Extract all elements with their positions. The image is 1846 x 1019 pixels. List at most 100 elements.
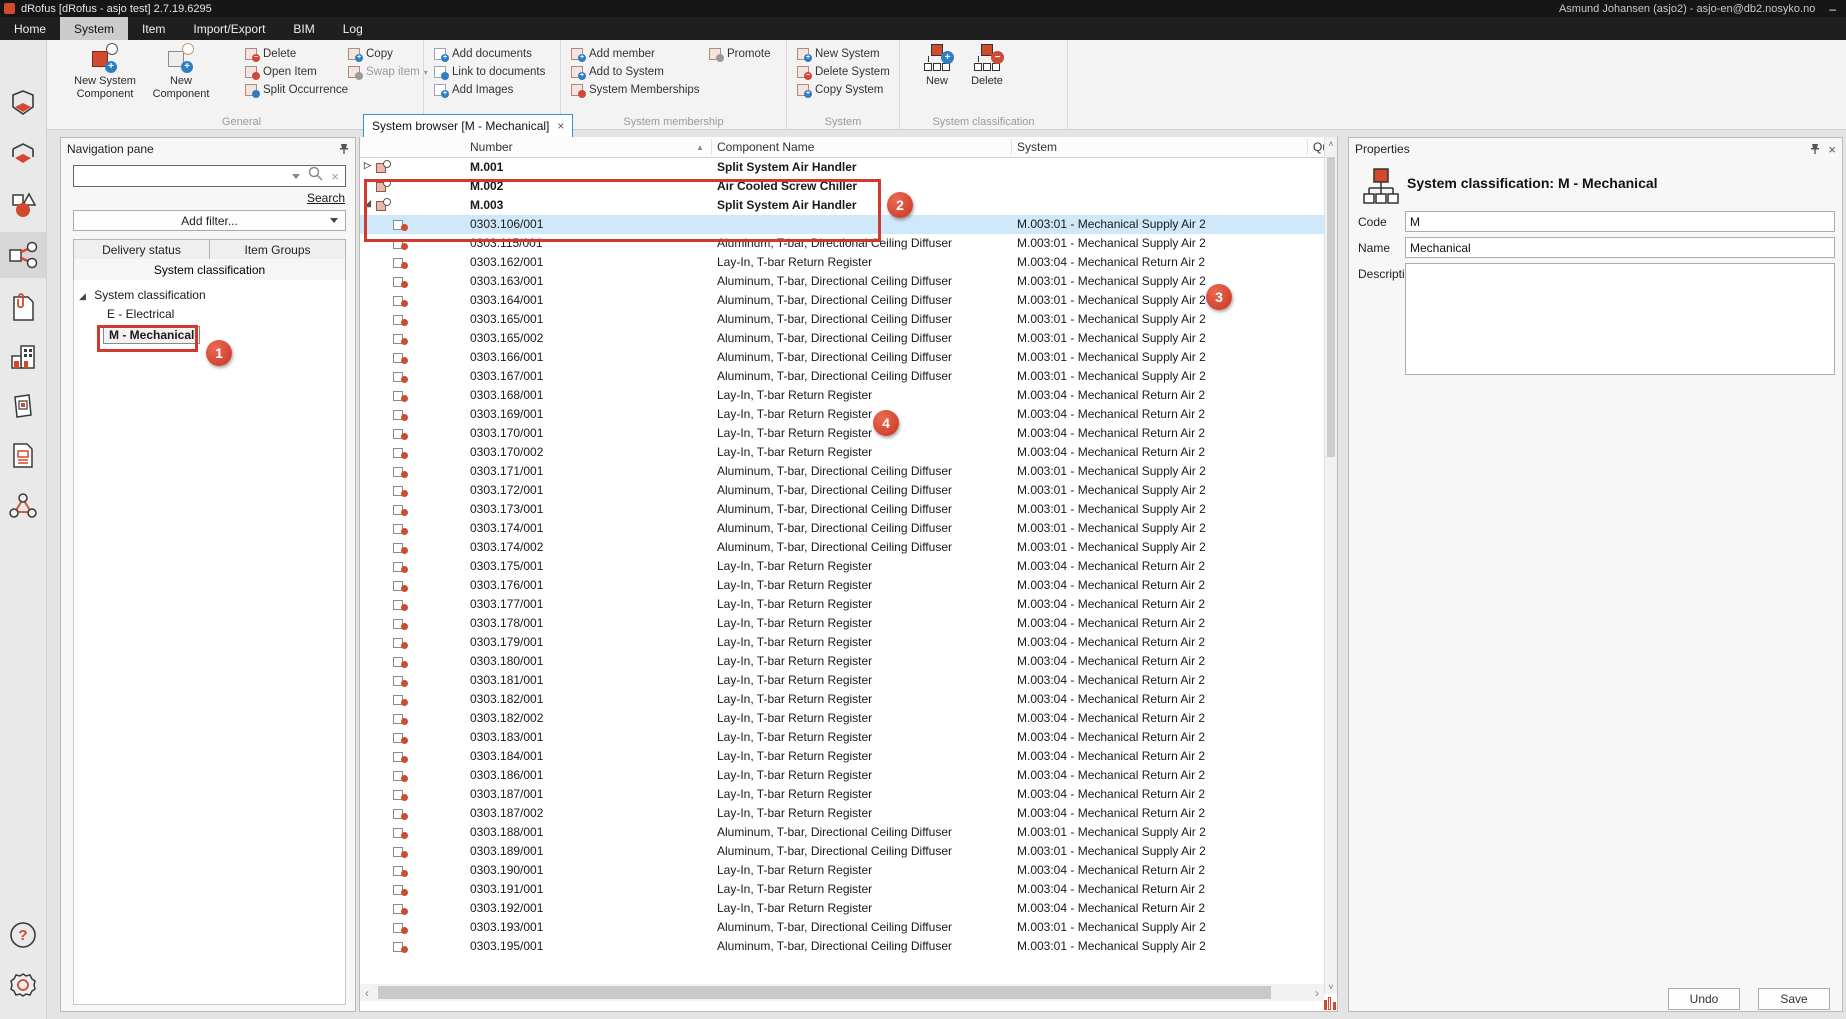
table-row[interactable]: 0303.173/001Aluminum, T-bar, Directional… <box>360 500 1324 519</box>
settings-icon[interactable] <box>0 962 46 1008</box>
items-icon[interactable] <box>0 182 46 228</box>
table-row[interactable]: ▷M.001Split System Air Handler <box>360 158 1324 177</box>
table-row[interactable]: 0303.170/001Lay-In, T-bar Return Registe… <box>360 424 1324 443</box>
table-row[interactable]: 0303.192/001Lay-In, T-bar Return Registe… <box>360 899 1324 918</box>
new-system-button[interactable]: +New System <box>797 45 880 63</box>
table-row[interactable]: 0303.193/001Aluminum, T-bar, Directional… <box>360 918 1324 937</box>
add-to-system-button[interactable]: +Add to System <box>571 63 664 81</box>
table-row[interactable]: 0303.175/001Lay-In, T-bar Return Registe… <box>360 557 1324 576</box>
name-field[interactable] <box>1405 237 1835 258</box>
scroll-up-icon[interactable]: ˄ <box>1325 139 1337 149</box>
column-header-number[interactable]: Number <box>470 140 513 154</box>
table-row[interactable]: 0303.164/001Aluminum, T-bar, Directional… <box>360 291 1324 310</box>
properties-pin-icon[interactable] <box>1810 143 1820 155</box>
scroll-down-icon[interactable]: ˅ <box>1325 982 1337 992</box>
buildings-icon[interactable] <box>0 334 46 380</box>
menu-item-import-export[interactable]: Import/Export <box>179 17 279 40</box>
table-row[interactable]: 0303.167/001Aluminum, T-bar, Directional… <box>360 367 1324 386</box>
add-member-button[interactable]: +Add member <box>571 45 655 63</box>
search-icon[interactable] <box>308 166 323 186</box>
room-function-icon[interactable] <box>0 132 46 178</box>
system-memberships-button[interactable]: System Memberships <box>571 81 700 99</box>
table-row[interactable]: 0303.169/001Lay-In, T-bar Return Registe… <box>360 405 1324 424</box>
table-row[interactable]: 0303.171/001Aluminum, T-bar, Directional… <box>360 462 1324 481</box>
column-header-system[interactable]: System <box>1017 140 1057 154</box>
properties-close-icon[interactable]: × <box>1828 142 1836 157</box>
tree-node-system-classification[interactable]: ◢ System classification <box>79 288 206 302</box>
delete-button[interactable]: −Delete <box>245 45 296 63</box>
table-row[interactable]: 0303.191/001Lay-In, T-bar Return Registe… <box>360 880 1324 899</box>
scroll-right-icon[interactable]: › <box>1310 986 1324 1000</box>
table-row[interactable]: 0303.186/001Lay-In, T-bar Return Registe… <box>360 766 1324 785</box>
table-row[interactable]: 0303.163/001Aluminum, T-bar, Directional… <box>360 272 1324 291</box>
scroll-left-icon[interactable]: ‹ <box>360 986 374 1000</box>
system-browser-tab[interactable]: System browser [M - Mechanical] × <box>363 114 573 137</box>
documents-icon[interactable] <box>0 285 46 331</box>
menu-item-system[interactable]: System <box>60 17 128 40</box>
horizontal-scrollbar[interactable]: ‹ › <box>360 984 1324 1001</box>
pin-icon[interactable] <box>339 143 349 155</box>
search-link[interactable]: Search <box>307 191 345 205</box>
expand-rail-icon[interactable]: » <box>0 1012 46 1019</box>
new-component-button[interactable]: + New Component <box>148 43 214 109</box>
table-row[interactable]: 0303.166/001Aluminum, T-bar, Directional… <box>360 348 1324 367</box>
delete-system-button[interactable]: −Delete System <box>797 63 890 81</box>
save-button[interactable]: Save <box>1758 988 1830 1010</box>
table-row[interactable]: 0303.170/002Lay-In, T-bar Return Registe… <box>360 443 1324 462</box>
minimize-button[interactable]: – <box>1829 2 1836 16</box>
classification-delete-button[interactable]: − Delete <box>964 43 1010 109</box>
table-row[interactable]: 0303.187/002Lay-In, T-bar Return Registe… <box>360 804 1324 823</box>
table-row[interactable]: 0303.165/002Aluminum, T-bar, Directional… <box>360 329 1324 348</box>
classification-new-button[interactable]: + New <box>914 43 960 109</box>
nav-search-input[interactable] <box>74 169 284 183</box>
table-row[interactable]: 0303.189/001Aluminum, T-bar, Directional… <box>360 842 1324 861</box>
add-images-button[interactable]: +Add Images <box>434 81 513 99</box>
search-clear-icon[interactable]: × <box>331 169 339 184</box>
row-expander-collapsed-icon[interactable]: ▷ <box>364 160 371 171</box>
table-row[interactable]: 0303.168/001Lay-In, T-bar Return Registe… <box>360 386 1324 405</box>
systems-icon[interactable] <box>0 232 46 278</box>
network-icon[interactable] <box>0 483 46 529</box>
tree-node-electrical[interactable]: E - Electrical <box>107 307 174 321</box>
menu-item-home[interactable]: Home <box>0 17 60 40</box>
table-row[interactable]: 0303.177/001Lay-In, T-bar Return Registe… <box>360 595 1324 614</box>
reports-icon[interactable] <box>0 433 46 479</box>
table-row[interactable]: 0303.178/001Lay-In, T-bar Return Registe… <box>360 614 1324 633</box>
table-row[interactable]: 0303.162/001Lay-In, T-bar Return Registe… <box>360 253 1324 272</box>
table-row[interactable]: 0303.174/001Aluminum, T-bar, Directional… <box>360 519 1324 538</box>
table-row[interactable]: 0303.182/002Lay-In, T-bar Return Registe… <box>360 709 1324 728</box>
rooms-icon[interactable] <box>0 80 46 126</box>
vertical-scroll-thumb[interactable] <box>1327 157 1335 457</box>
menu-item-log[interactable]: Log <box>329 17 377 40</box>
table-row[interactable]: 0303.195/001Aluminum, T-bar, Directional… <box>360 937 1324 956</box>
table-row[interactable]: 0303.183/001Lay-In, T-bar Return Registe… <box>360 728 1324 747</box>
table-row[interactable]: 0303.172/001Aluminum, T-bar, Directional… <box>360 481 1324 500</box>
table-row[interactable]: 0303.187/001Lay-In, T-bar Return Registe… <box>360 785 1324 804</box>
menu-item-bim[interactable]: BIM <box>279 17 328 40</box>
copy-button[interactable]: +Copy <box>348 45 393 63</box>
table-row[interactable]: 0303.176/001Lay-In, T-bar Return Registe… <box>360 576 1324 595</box>
search-dropdown-caret-icon[interactable] <box>292 174 300 179</box>
table-row[interactable]: 0303.190/001Lay-In, T-bar Return Registe… <box>360 861 1324 880</box>
products-icon[interactable] <box>0 383 46 429</box>
tab-delivery-status[interactable]: Delivery status <box>73 239 210 260</box>
tab-close-icon[interactable]: × <box>557 119 564 133</box>
open-item-button[interactable]: Open Item <box>245 63 317 81</box>
link-to-documents-button[interactable]: Link to documents <box>434 63 545 81</box>
help-icon[interactable]: ? <box>0 912 46 958</box>
promote-button[interactable]: Promote <box>709 45 770 63</box>
tree-expander-icon[interactable]: ◢ <box>79 291 86 301</box>
new-system-component-button[interactable]: + New System Component <box>67 43 143 109</box>
table-row[interactable]: 0303.181/001Lay-In, T-bar Return Registe… <box>360 671 1324 690</box>
add-filter-button[interactable]: Add filter... <box>73 210 346 231</box>
table-row[interactable]: 0303.188/001Aluminum, T-bar, Directional… <box>360 823 1324 842</box>
table-row[interactable]: 0303.165/001Aluminum, T-bar, Directional… <box>360 310 1324 329</box>
table-row[interactable]: 0303.182/001Lay-In, T-bar Return Registe… <box>360 690 1324 709</box>
table-row[interactable]: 0303.174/002Aluminum, T-bar, Directional… <box>360 538 1324 557</box>
code-field[interactable] <box>1405 211 1835 232</box>
table-row[interactable]: 0303.179/001Lay-In, T-bar Return Registe… <box>360 633 1324 652</box>
add-documents-button[interactable]: +Add documents <box>434 45 532 63</box>
vertical-scrollbar[interactable]: ˄ ˅ <box>1324 137 1337 994</box>
tab-item-groups[interactable]: Item Groups <box>210 239 346 260</box>
menu-item-item[interactable]: Item <box>128 17 179 40</box>
